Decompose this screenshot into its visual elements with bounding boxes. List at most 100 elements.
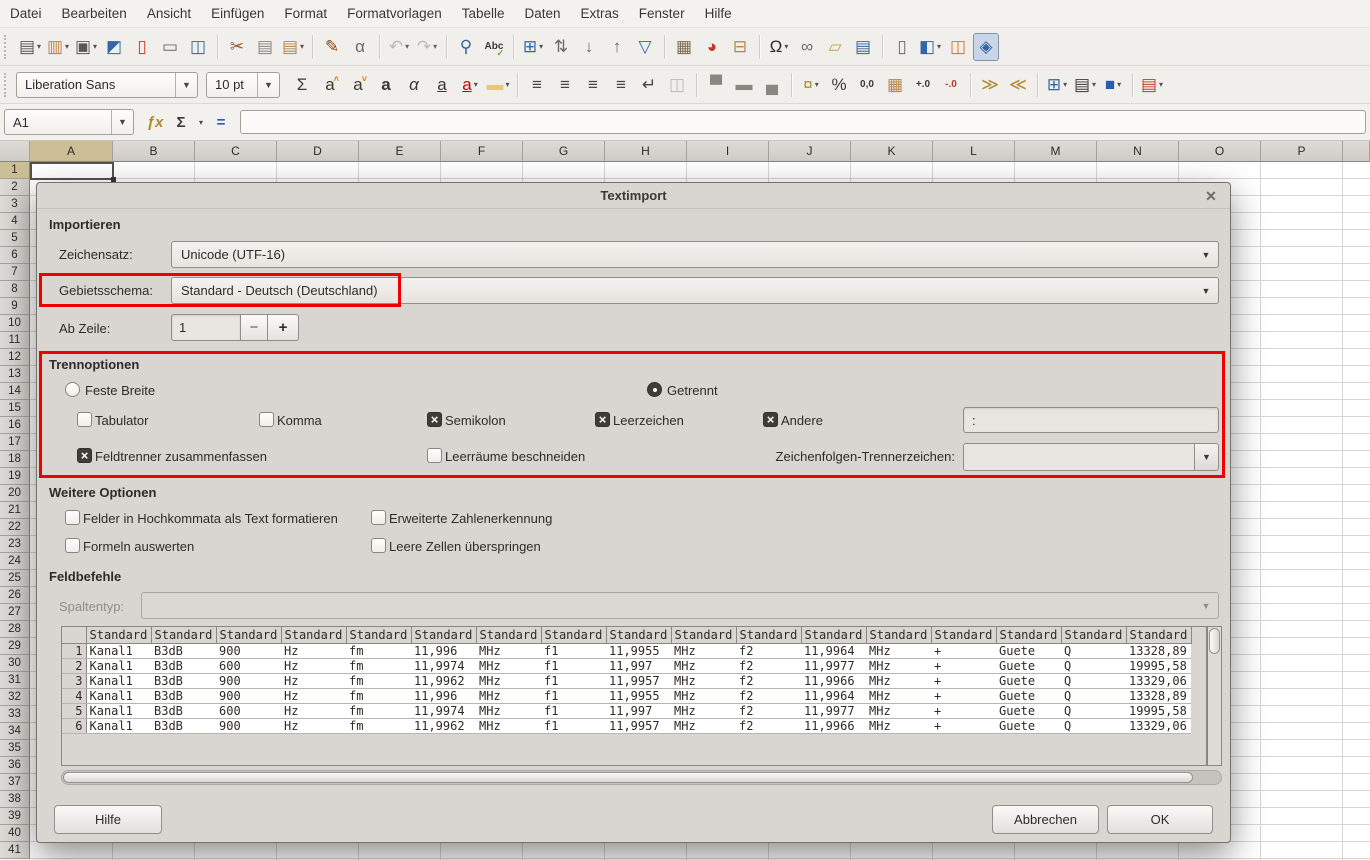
cancel-button[interactable]: Abbrechen [992,805,1099,834]
column-header-c[interactable]: C [195,141,277,162]
format-as-date-icon[interactable]: ▦ [882,71,908,99]
center-vertically-icon[interactable]: ▬ [731,71,757,99]
row-header-27[interactable]: 27 [0,604,30,621]
sort-descending-icon[interactable]: ↓ [576,33,602,61]
row-header-3[interactable]: 3 [0,196,30,213]
formula-input[interactable] [240,110,1366,134]
save-as-icon[interactable]: ◩ [101,33,127,61]
menu-item-formatvorlagen[interactable]: Formatvorlagen [337,0,452,28]
tab-label[interactable]: Tabulator [95,413,148,428]
menu-item-bearbeiten[interactable]: Bearbeiten [52,0,137,28]
skip-empty-cells-checkbox[interactable] [371,538,386,553]
other-label[interactable]: Andere [781,413,823,428]
align-center-icon[interactable]: ≡ [552,71,578,99]
column-header-a[interactable]: A [30,141,113,162]
fixed-width-label[interactable]: Feste Breite [85,383,155,398]
row-header-6[interactable]: 6 [0,247,30,264]
row-header-29[interactable]: 29 [0,638,30,655]
column-header-m[interactable]: M [1015,141,1097,162]
other-checkbox[interactable] [763,412,778,427]
copy-icon[interactable]: ▤ [252,33,278,61]
increase-indent-icon[interactable]: ≫ [977,71,1003,99]
separated-radio[interactable] [647,382,662,397]
quoted-field-as-text-label[interactable]: Felder in Hochkommata als Text formatier… [83,511,338,526]
column-header-k[interactable]: K [851,141,933,162]
print-icon[interactable]: ▭ [157,33,183,61]
equals-icon[interactable]: = [208,109,234,135]
column-header-e[interactable]: E [359,141,441,162]
preview-column-header-3[interactable]: Standard [216,627,281,643]
menu-item-datei[interactable]: Datei [0,0,52,28]
preview-vertical-scrollbar[interactable] [1207,626,1222,766]
spelling-icon[interactable]: Abc✓ [481,33,507,61]
align-right-icon[interactable]: ≡ [580,71,606,99]
insert-page-break-icon[interactable]: ▯ [889,33,915,61]
close-icon[interactable]: ✕ [1202,187,1220,205]
menu-item-einfügen[interactable]: Einfügen [201,0,274,28]
tab-checkbox[interactable] [77,412,92,427]
row-header-37[interactable]: 37 [0,774,30,791]
menu-item-extras[interactable]: Extras [571,0,629,28]
cut-icon[interactable]: ✂ [224,33,250,61]
row-header-34[interactable]: 34 [0,723,30,740]
column-header-n[interactable]: N [1097,141,1179,162]
show-draw-functions-icon[interactable]: ◈ [973,33,999,61]
menu-item-hilfe[interactable]: Hilfe [695,0,742,28]
clear-formatting-icon[interactable]: α [347,33,373,61]
column-header-d[interactable]: D [277,141,359,162]
row-header-18[interactable]: 18 [0,451,30,468]
decrease-indent-icon[interactable]: ≪ [1005,71,1031,99]
toolbar-grip[interactable] [4,73,11,97]
evaluate-formulas-checkbox[interactable] [65,538,80,553]
row-header-32[interactable]: 32 [0,689,30,706]
row-header-12[interactable]: 12 [0,349,30,366]
menu-item-fenster[interactable]: Fenster [629,0,695,28]
insert-chart-icon[interactable]: ◕ [699,33,725,61]
preview-column-header-12[interactable]: Standard [801,627,866,643]
export-as-pdf-icon[interactable]: ▯ [129,33,155,61]
sort-ascending-icon[interactable]: ↑ [604,33,630,61]
border-color-icon[interactable]: ■▾ [1100,71,1126,99]
preview-column-header-6[interactable]: Standard [411,627,476,643]
trim-spaces-label[interactable]: Leerräume beschneiden [445,449,585,464]
sort-icon[interactable]: ⇅ [548,33,574,61]
dialog-titlebar[interactable]: Textimport ✕ [37,183,1230,209]
decrease-font-size-icon[interactable]: a˅ [345,71,371,99]
preview-column-header-13[interactable]: Standard [866,627,931,643]
conditional-formatting-icon[interactable]: ▤▾ [1139,71,1165,99]
preview-column-header-11[interactable]: Standard [736,627,801,643]
format-as-number-icon[interactable]: 0,0 [854,71,880,99]
row-header-23[interactable]: 23 [0,536,30,553]
chevron-down-icon[interactable]: ▼ [1194,444,1218,470]
row-header-4[interactable]: 4 [0,213,30,230]
special-character-icon[interactable]: Ω▾ [766,33,792,61]
row-header-9[interactable]: 9 [0,298,30,315]
chevron-down-icon[interactable]: ▾ [194,109,208,135]
bold-icon[interactable]: a [373,71,399,99]
preview-column-header-15[interactable]: Standard [996,627,1061,643]
locale-combobox[interactable]: Standard - Deutsch (Deutschland) ▼ [171,277,1219,304]
menu-item-format[interactable]: Format [274,0,337,28]
space-checkbox[interactable] [595,412,610,427]
row-header-26[interactable]: 26 [0,587,30,604]
fixed-width-radio[interactable] [65,382,80,397]
freeze-rows-and-columns-icon[interactable]: ◧▾ [917,33,943,61]
row-header-28[interactable]: 28 [0,621,30,638]
row-header-17[interactable]: 17 [0,434,30,451]
scrollbar-thumb[interactable] [63,772,1193,783]
preview-column-header-7[interactable]: Standard [476,627,541,643]
spin-minus-button[interactable]: − [241,314,268,341]
row-header-10[interactable]: 10 [0,315,30,332]
row-header-21[interactable]: 21 [0,502,30,519]
row-header-16[interactable]: 16 [0,417,30,434]
row-header-40[interactable]: 40 [0,825,30,842]
insert-comment-icon[interactable]: ▱ [822,33,848,61]
from-row-value[interactable]: 1 [171,314,241,341]
merge-delimiters-label[interactable]: Feldtrenner zusammenfassen [95,449,267,464]
column-header-f[interactable]: F [441,141,523,162]
sum-icon[interactable]: Σ [289,71,315,99]
row-header-2[interactable]: 2 [0,179,30,196]
preview-column-header-5[interactable]: Standard [346,627,411,643]
detect-special-numbers-label[interactable]: Erweiterte Zahlenerkennung [389,511,552,526]
name-box[interactable]: A1 ▼ [4,109,134,135]
